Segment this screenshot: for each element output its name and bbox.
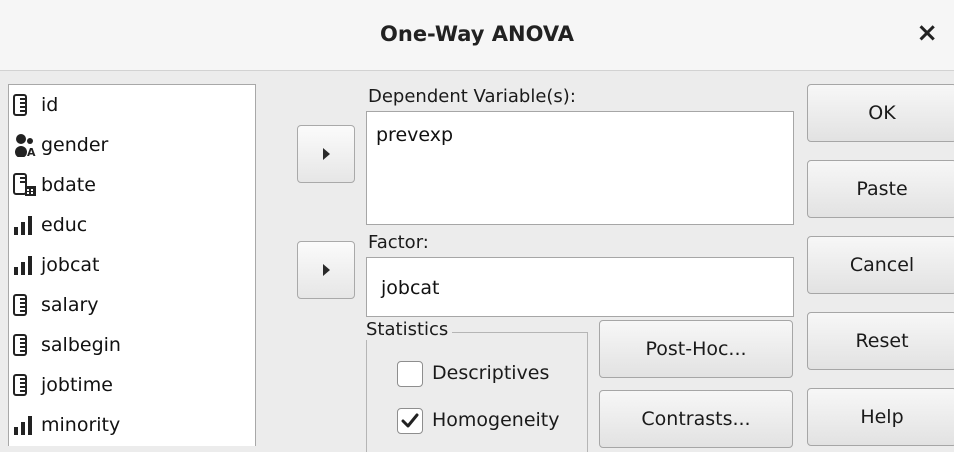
ordinal-bars-icon — [13, 412, 39, 438]
statistics-group — [366, 332, 588, 452]
variable-label: jobcat — [41, 254, 100, 276]
homogeneity-checkbox[interactable] — [397, 408, 423, 434]
cancel-button[interactable]: Cancel — [807, 236, 954, 294]
scale-ruler-icon — [13, 332, 39, 358]
list-item[interactable]: jobtime — [13, 365, 113, 405]
move-to-factor-button[interactable] — [297, 241, 355, 299]
list-item[interactable]: salary — [13, 285, 99, 325]
reset-button[interactable]: Reset — [807, 312, 954, 370]
homogeneity-label[interactable]: Homogeneity — [432, 409, 560, 431]
factor-field[interactable]: jobcat — [366, 257, 794, 317]
checkmark-icon — [401, 413, 419, 428]
variable-label: bdate — [41, 174, 96, 196]
variable-list[interactable]: id A gender bdate educ jobcat salary sal… — [8, 84, 256, 446]
arrow-right-icon — [322, 148, 330, 160]
move-to-dependent-button[interactable] — [297, 125, 355, 183]
dependent-label: Dependent Variable(s): — [368, 86, 576, 107]
list-item[interactable]: bdate — [13, 165, 96, 205]
title-bar: One-Way ANOVA × — [0, 0, 954, 71]
post-hoc-button[interactable]: Post-Hoc... — [599, 320, 793, 378]
arrow-right-icon — [322, 264, 330, 276]
dependent-variable-list[interactable]: prevexp — [366, 111, 794, 225]
scale-ruler-icon — [13, 372, 39, 398]
paste-button[interactable]: Paste — [807, 160, 954, 218]
scale-ruler-icon — [13, 92, 39, 118]
list-item[interactable]: salbegin — [13, 325, 121, 365]
close-icon[interactable]: × — [916, 18, 938, 48]
list-item[interactable]: jobcat — [13, 245, 100, 285]
variable-label: educ — [41, 214, 88, 236]
contrasts-button[interactable]: Contrasts... — [599, 390, 793, 448]
ordinal-bars-icon — [13, 252, 39, 278]
variable-label: salary — [41, 294, 99, 316]
variable-label: gender — [41, 134, 109, 156]
list-item[interactable]: educ — [13, 205, 87, 245]
variable-label: salbegin — [41, 334, 121, 356]
svg-text:A: A — [27, 146, 36, 157]
statistics-legend: Statistics — [364, 319, 453, 340]
descriptives-label[interactable]: Descriptives — [432, 362, 549, 384]
factor-label: Factor: — [368, 232, 429, 253]
variable-label: minority — [41, 414, 121, 436]
nominal-people-icon: A — [13, 132, 39, 158]
list-item[interactable]: id — [13, 85, 58, 125]
date-ruler-icon — [13, 172, 39, 198]
list-item[interactable]: A gender — [13, 125, 108, 165]
variable-label: jobtime — [41, 374, 113, 396]
list-item[interactable]: minority — [13, 405, 120, 445]
descriptives-checkbox[interactable] — [397, 361, 423, 387]
factor-item[interactable]: jobcat — [381, 277, 440, 299]
ok-button[interactable]: OK — [807, 84, 954, 142]
help-button[interactable]: Help — [807, 388, 954, 446]
ordinal-bars-icon — [13, 212, 39, 238]
dialog-title: One-Way ANOVA — [380, 22, 574, 46]
dependent-item[interactable]: prevexp — [376, 124, 453, 146]
variable-label: id — [41, 94, 59, 116]
scale-ruler-icon — [13, 292, 39, 318]
